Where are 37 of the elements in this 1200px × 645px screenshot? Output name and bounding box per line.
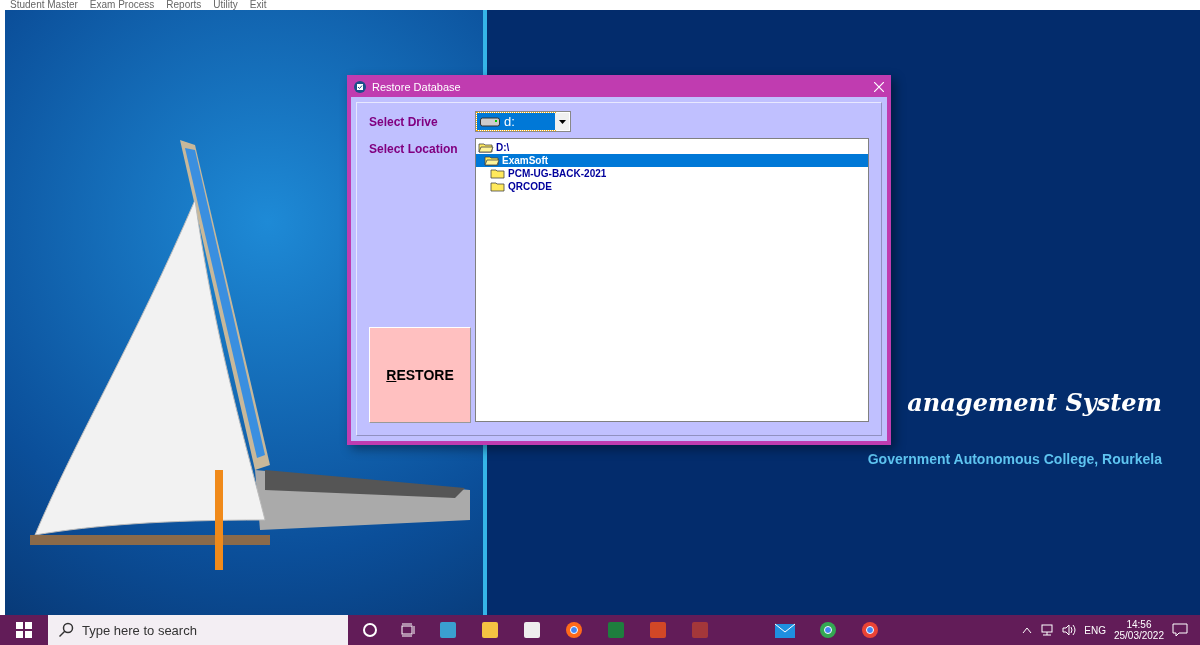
folder-tree-item[interactable]: ExamSoft bbox=[476, 154, 868, 167]
close-icon[interactable] bbox=[874, 81, 884, 92]
menu-item[interactable]: Utility bbox=[213, 0, 238, 10]
drive-label: Select Drive bbox=[369, 114, 439, 131]
app-title: anagement System bbox=[907, 388, 1162, 417]
network-icon[interactable] bbox=[1040, 624, 1055, 636]
folder-tree-item[interactable]: QRCODE bbox=[476, 180, 868, 193]
chevron-up-icon[interactable] bbox=[1022, 626, 1033, 634]
notification-icon[interactable] bbox=[1172, 623, 1188, 637]
speaker-icon[interactable] bbox=[1062, 624, 1077, 636]
windows-start-icon[interactable] bbox=[16, 622, 32, 638]
clock-date[interactable]: 25/03/2022 bbox=[1113, 630, 1164, 641]
folder-tree-item[interactable]: PCM-UG-BACK-2021 bbox=[476, 167, 868, 180]
location-label: Select Location bbox=[369, 141, 459, 156]
drive-dropdown[interactable]: d: bbox=[475, 111, 571, 132]
drive-icon bbox=[480, 116, 500, 127]
menu-item[interactable]: Student Master bbox=[10, 0, 78, 10]
task-view-icon[interactable] bbox=[400, 622, 416, 638]
checkbox-icon bbox=[354, 80, 366, 93]
folder-tree-item[interactable]: D:\ bbox=[476, 141, 868, 154]
search-icon bbox=[58, 622, 74, 638]
browser-icon[interactable] bbox=[860, 620, 880, 640]
search-field[interactable]: Type here to search bbox=[48, 615, 348, 645]
circle-icon[interactable] bbox=[362, 622, 378, 638]
menu-item[interactable]: Exit bbox=[249, 0, 267, 10]
drive-value: d: bbox=[504, 114, 515, 129]
clock-time[interactable]: 14:56 bbox=[1126, 619, 1152, 630]
dialog-title: Restore Database bbox=[372, 80, 462, 93]
menu-item[interactable]: Exam Process bbox=[89, 0, 155, 10]
language-indicator[interactable]: ENG bbox=[1084, 624, 1106, 636]
browser-icon[interactable] bbox=[818, 620, 838, 640]
menu-item[interactable]: Reports bbox=[166, 0, 202, 10]
mail-icon[interactable] bbox=[774, 621, 796, 639]
restore-button[interactable]: RESTORE bbox=[369, 327, 471, 423]
browser-icon[interactable] bbox=[564, 620, 584, 640]
college-name: Government Autonomous College, Rourkela bbox=[867, 451, 1162, 467]
caret-icon bbox=[558, 119, 566, 124]
